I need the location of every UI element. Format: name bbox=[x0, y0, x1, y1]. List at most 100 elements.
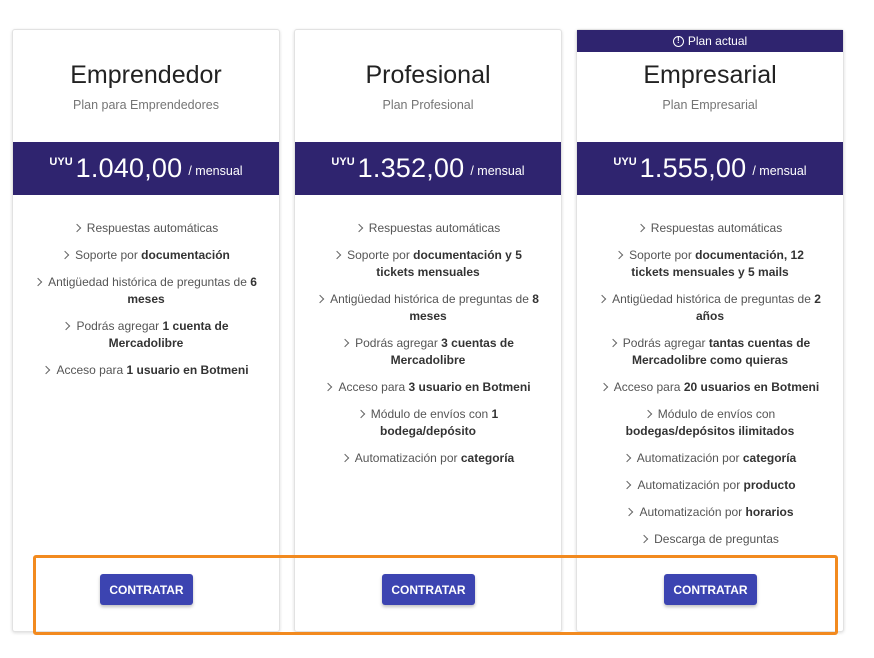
plan-name: Profesional bbox=[365, 61, 491, 89]
price-amount: 1.040,00 bbox=[75, 153, 183, 183]
feature-text: Podrás agregar bbox=[355, 336, 442, 350]
feature-item: Automatización por producto bbox=[599, 477, 821, 494]
feature-item: Automatización por categoría bbox=[599, 450, 821, 467]
feature-item: Acceso para 20 usuarios en Botmeni bbox=[599, 379, 821, 396]
chevron-right-icon bbox=[623, 480, 632, 490]
chevron-right-icon bbox=[60, 250, 70, 260]
chevron-right-icon bbox=[340, 453, 350, 463]
contratar-button[interactable]: CONTRATAR bbox=[100, 574, 193, 605]
contratar-button[interactable]: CONTRATAR bbox=[382, 574, 475, 605]
feature-text: Antigüedad histórica de preguntas de bbox=[330, 292, 533, 306]
plan-subtitle: Plan Profesional bbox=[382, 98, 474, 112]
feature-item: Descarga de preguntas bbox=[599, 531, 821, 548]
price-period: / mensual bbox=[470, 163, 525, 178]
feature-text: Soporte por bbox=[629, 248, 696, 262]
feature-text: Módulo de envíos con bbox=[370, 407, 492, 421]
feature-item: Podrás agregar 1 cuenta de Mercadolibre bbox=[35, 318, 257, 352]
plan-subtitle: Plan Empresarial bbox=[662, 98, 758, 112]
price-band: UYU 1.555,00 / mensual bbox=[577, 142, 843, 195]
feature-highlight: 3 usuario en Botmeni bbox=[408, 380, 531, 394]
price-band: UYU 1.352,00 / mensual bbox=[295, 142, 561, 195]
chevron-right-icon bbox=[315, 294, 325, 304]
price-band: UYU 1.040,00 / mensual bbox=[13, 142, 279, 195]
contratar-button[interactable]: CONTRATAR bbox=[664, 574, 757, 605]
feature-text: Respuestas automáticas bbox=[86, 221, 219, 235]
feature-text: Automatización por bbox=[354, 451, 461, 465]
feature-item: Automatización por categoría bbox=[317, 450, 539, 467]
plan-card-empresarial: ! Plan actual Empresarial Plan Empresari… bbox=[576, 29, 844, 632]
chevron-right-icon bbox=[643, 409, 653, 419]
feature-highlight: producto bbox=[743, 478, 796, 492]
feature-text: Podrás agregar bbox=[622, 336, 709, 350]
feature-text: Acceso para bbox=[613, 380, 684, 394]
feature-highlight: documentación bbox=[141, 248, 230, 262]
price-currency: UYU bbox=[49, 156, 73, 168]
feature-highlight: categoría bbox=[460, 451, 515, 465]
plan-name: Emprendedor bbox=[70, 61, 222, 89]
feature-item: Acceso para 1 usuario en Botmeni bbox=[35, 362, 257, 379]
feature-item: Antigüedad histórica de preguntas de 2 a… bbox=[597, 291, 821, 325]
feature-text: Acceso para bbox=[56, 363, 127, 377]
plan-card-profesional: Profesional Plan Profesional UYU 1.352,0… bbox=[294, 29, 562, 632]
feature-text: Automatización por bbox=[639, 505, 746, 519]
feature-item: Podrás agregar tantas cuentas de Mercado… bbox=[599, 335, 821, 369]
feature-item: Antigüedad histórica de preguntas de 8 m… bbox=[315, 291, 539, 325]
feature-highlight: 20 usuarios en Botmeni bbox=[683, 380, 820, 394]
chevron-right-icon bbox=[608, 338, 618, 348]
chevron-right-icon bbox=[625, 507, 634, 517]
feature-item: Soporte por documentación, 12 tickets me… bbox=[599, 247, 821, 281]
feature-text: Antigüedad histórica de preguntas de bbox=[48, 275, 251, 289]
chevron-right-icon bbox=[72, 223, 82, 233]
feature-text: Podrás agregar bbox=[76, 319, 163, 333]
feature-item: Acceso para 3 usuario en Botmeni bbox=[317, 379, 539, 396]
feature-highlight: bodegas/depósitos ilimitados bbox=[625, 424, 795, 438]
chevron-right-icon bbox=[324, 382, 333, 392]
feature-highlight: categoría bbox=[742, 451, 797, 465]
feature-item: Módulo de envíos con 1 bodega/depósito bbox=[317, 406, 539, 440]
feature-text: Soporte por bbox=[347, 248, 414, 262]
feature-item: Podrás agregar 3 cuentas de Mercadolibre bbox=[317, 335, 539, 369]
chevron-right-icon bbox=[614, 250, 624, 260]
feature-text: Respuestas automáticas bbox=[368, 221, 501, 235]
current-plan-label: Plan actual bbox=[687, 34, 748, 48]
chevron-right-icon bbox=[597, 294, 607, 304]
feature-item: Respuestas automáticas bbox=[599, 220, 821, 237]
feature-text: Soporte por bbox=[75, 248, 142, 262]
info-icon: ! bbox=[672, 35, 684, 47]
plan-card-emprendedor: Emprendedor Plan para Emprendedores UYU … bbox=[12, 29, 280, 632]
feature-list: Respuestas automáticas Soporte por docume… bbox=[315, 220, 539, 477]
chevron-right-icon bbox=[42, 365, 51, 375]
chevron-right-icon bbox=[636, 223, 646, 233]
feature-item: Módulo de envíos con bodegas/depósitos i… bbox=[599, 406, 821, 440]
feature-text: Respuestas automáticas bbox=[650, 221, 783, 235]
chevron-right-icon bbox=[62, 321, 71, 331]
feature-item: Soporte por documentación bbox=[35, 247, 257, 264]
chevron-right-icon bbox=[332, 250, 342, 260]
chevron-right-icon bbox=[639, 534, 649, 544]
price-period: / mensual bbox=[752, 163, 807, 178]
plan-subtitle: Plan para Emprendedores bbox=[73, 98, 219, 112]
feature-item: Respuestas automáticas bbox=[35, 220, 257, 237]
feature-item: Soporte por documentación y 5 tickets me… bbox=[317, 247, 539, 281]
feature-text: Módulo de envíos con bbox=[657, 407, 776, 421]
feature-text: Automatización por bbox=[637, 478, 744, 492]
feature-list: Respuestas automáticas Soporte por docume… bbox=[33, 220, 257, 389]
chevron-right-icon bbox=[340, 338, 350, 348]
chevron-right-icon bbox=[33, 277, 43, 287]
price-currency: UYU bbox=[613, 156, 637, 168]
feature-highlight: horarios bbox=[745, 505, 794, 519]
feature-text: Acceso para bbox=[338, 380, 409, 394]
feature-item: Respuestas automáticas bbox=[317, 220, 539, 237]
price-amount: 1.352,00 bbox=[357, 153, 465, 183]
feature-text: Descarga de preguntas bbox=[654, 532, 779, 546]
price-amount: 1.555,00 bbox=[639, 153, 747, 183]
feature-highlight: 1 usuario en Botmeni bbox=[126, 363, 249, 377]
chevron-right-icon bbox=[622, 453, 632, 463]
plan-name: Empresarial bbox=[643, 61, 777, 89]
chevron-right-icon bbox=[356, 409, 366, 419]
feature-text: Antigüedad histórica de preguntas de bbox=[612, 292, 815, 306]
feature-list: Respuestas automáticas Soporte por docume… bbox=[597, 220, 821, 558]
price-currency: UYU bbox=[331, 156, 355, 168]
feature-text: Automatización por bbox=[636, 451, 743, 465]
price-period: / mensual bbox=[188, 163, 243, 178]
